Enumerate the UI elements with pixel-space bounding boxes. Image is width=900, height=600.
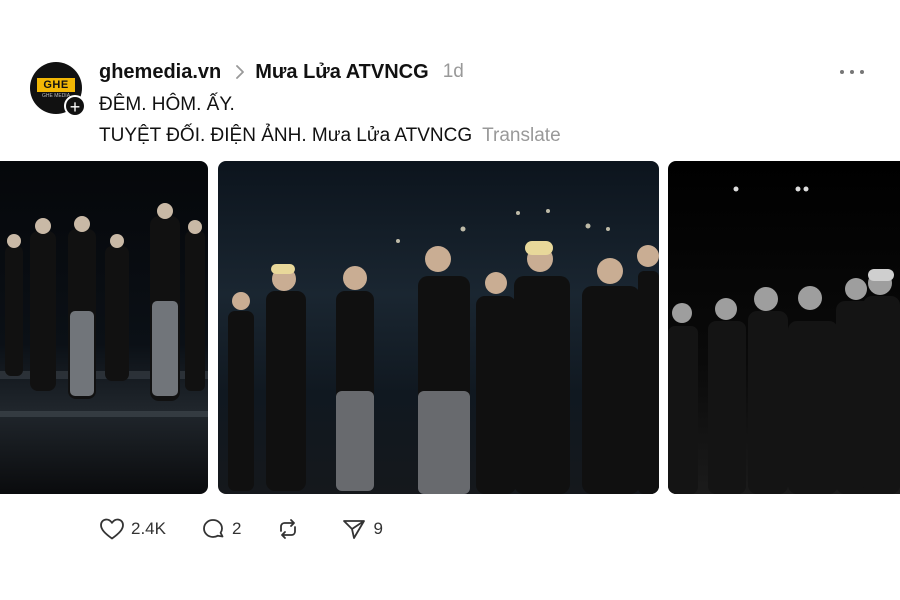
post-text-line-2: TUYỆT ĐỐI. ĐIỆN ẢNH. Mưa Lửa ATVNCG Trans… (99, 125, 561, 147)
comment-bubble-icon (200, 517, 226, 541)
post-image-3[interactable] (668, 161, 900, 494)
like-button[interactable]: 2.4K (99, 517, 166, 541)
repost-button[interactable] (275, 517, 307, 541)
photo-3-art (668, 186, 900, 494)
comment-count: 2 (231, 519, 242, 538)
photo-2-art (228, 209, 659, 494)
post-text-line-1: ĐÊM. HÔM. ẤY. (99, 94, 235, 115)
post-header: ghemedia.vn Mưa Lửa ATVNCG 1d (99, 59, 464, 85)
post-text-line-2-content: TUYỆT ĐỐI. ĐIỆN ẢNH. Mưa Lửa ATVNCG (99, 125, 473, 146)
share-button[interactable]: 9 (341, 517, 383, 541)
heart-icon (99, 517, 125, 541)
more-horizontal-icon[interactable] (840, 62, 864, 82)
chevron-right-icon (235, 65, 245, 79)
follow-plus-icon[interactable]: + (64, 95, 86, 117)
topic-link[interactable]: Mưa Lửa ATVNCG (255, 61, 428, 84)
photo-1-art (0, 203, 208, 417)
post-image-1[interactable] (0, 161, 208, 494)
post-actions: 2.4K 2 9 (99, 516, 417, 542)
like-count: 2.4K (131, 519, 166, 538)
translate-link[interactable]: Translate (482, 125, 561, 146)
post-image-2[interactable] (218, 161, 659, 494)
send-icon (341, 517, 367, 541)
comment-button[interactable]: 2 (200, 517, 241, 541)
author-username[interactable]: ghemedia.vn (99, 61, 221, 84)
share-count: 9 (373, 519, 383, 538)
post-time: 1d (442, 61, 464, 82)
author-avatar[interactable]: GHE GHE MEDIA + (30, 62, 86, 117)
repost-icon (275, 517, 301, 541)
avatar-logo: GHE (37, 78, 75, 92)
